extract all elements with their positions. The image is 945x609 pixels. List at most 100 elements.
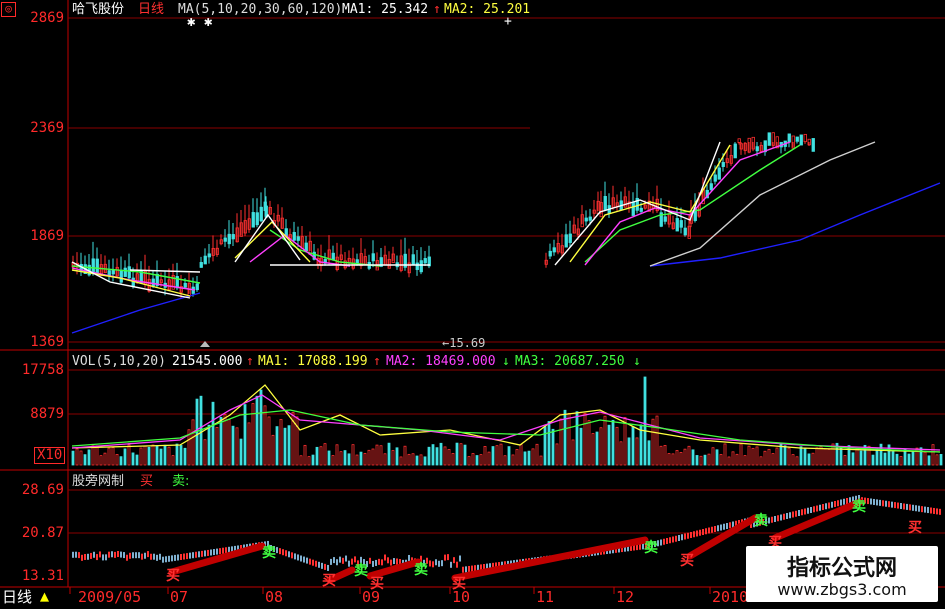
signal-bar <box>393 558 395 565</box>
price-tick-2369: 2369 <box>30 120 64 136</box>
chart-window[interactable]: ✱ ✱ ◎ 哈飞股份 日线 MA(5,10,20,30,60,120) MA1:… <box>0 0 945 609</box>
signal-bar <box>915 505 917 512</box>
signal-bar <box>318 561 320 568</box>
price-candle-body <box>223 237 227 242</box>
signal-bar <box>816 505 818 512</box>
price-candle-body <box>255 212 259 226</box>
volume-title[interactable]: VOL(5,10,20) <box>72 354 166 369</box>
volume-bar <box>511 454 515 466</box>
signal-tick-top: 28.69 <box>21 482 64 498</box>
volume-bar <box>131 452 135 466</box>
signal-bar <box>126 554 128 561</box>
signal-bar <box>396 558 398 565</box>
signal-bar <box>666 538 668 544</box>
volume-bar <box>739 443 743 466</box>
volume-bar <box>251 403 255 466</box>
volume-bar <box>751 447 755 466</box>
volume-bar <box>935 454 939 466</box>
volume-bar <box>487 451 491 466</box>
period-tab[interactable]: 日线 <box>2 590 32 605</box>
volume-bar <box>283 427 287 466</box>
volume-bar <box>103 452 107 466</box>
volume-bar <box>155 445 159 466</box>
signal-bar <box>474 565 476 572</box>
volume-bar <box>435 447 439 466</box>
volume-bar <box>507 446 511 466</box>
ma-parameters[interactable]: MA(5,10,20,30,60,120) <box>178 2 342 17</box>
signal-bar <box>174 554 176 561</box>
signal-bar <box>354 556 356 563</box>
price-candle-body <box>127 266 131 279</box>
signal-bar <box>324 563 326 570</box>
volume-bar <box>331 455 335 466</box>
price-candle-body <box>717 167 721 180</box>
signal-bar <box>876 499 878 506</box>
volume-bar <box>723 443 727 466</box>
volume-bar <box>343 450 347 466</box>
volume-bar <box>339 451 343 466</box>
volume-bar <box>191 419 195 466</box>
volume-bar <box>359 451 363 466</box>
signal-bar <box>675 535 677 542</box>
price-candle-body <box>568 233 572 243</box>
buy-signal: 买 <box>166 568 180 584</box>
signal-bar <box>696 530 698 537</box>
sell-signal: 卖 <box>262 545 276 561</box>
signal-bar <box>276 547 278 554</box>
price-candle-body <box>603 196 607 211</box>
signal-bar <box>444 554 446 561</box>
signal-bar <box>186 553 188 560</box>
x-label-2009-05: 2009/05 <box>78 588 142 606</box>
signal-bar <box>132 552 134 559</box>
x-label-08: 08 <box>265 588 284 606</box>
signal-bar <box>456 561 458 568</box>
volume-bar <box>619 441 623 466</box>
signal-title[interactable]: 股旁网制 <box>72 474 124 489</box>
price-candle-body <box>631 202 635 216</box>
signal-bar <box>663 538 665 545</box>
signal-bar <box>303 556 305 563</box>
signal-bar <box>693 531 695 538</box>
signal-bar <box>372 560 374 567</box>
signal-bar <box>720 524 722 531</box>
ma1-arrow-up-icon: ↑ <box>433 2 441 17</box>
price-candle-body <box>639 207 643 212</box>
signal-bar <box>888 501 890 508</box>
volume-bar <box>399 456 403 466</box>
signal-bar <box>768 517 770 524</box>
signal-bar <box>792 511 794 518</box>
signal-bar <box>336 559 338 566</box>
signal-bar <box>909 504 911 511</box>
signal-bar <box>717 525 719 532</box>
signal-bar <box>147 551 149 558</box>
signal-bar <box>678 535 680 541</box>
signal-bar <box>921 506 923 513</box>
volume-ma1: MA1: 17088.199 <box>258 354 368 369</box>
signal-bar <box>105 554 107 561</box>
stock-chart-canvas[interactable]: ✱ ✱ <box>0 0 945 609</box>
volume-bar <box>139 447 143 466</box>
signal-bar <box>180 554 182 560</box>
price-candles <box>71 132 815 299</box>
volume-bar <box>303 444 307 466</box>
signal-bar <box>339 556 341 563</box>
volume-bar <box>627 437 631 466</box>
signal-bar <box>882 500 884 507</box>
signal-bar <box>927 507 929 514</box>
signal-bar <box>195 551 197 558</box>
sell-signal: 卖 <box>414 562 428 578</box>
volume-bar <box>215 427 219 466</box>
volume-bar <box>255 395 259 466</box>
signal-bar <box>714 526 716 532</box>
volume-bar <box>591 433 595 466</box>
volume-bar <box>183 447 187 466</box>
price-tick-1369: 1369 <box>30 334 64 350</box>
signal-bar <box>879 499 881 506</box>
signal-bar <box>75 551 77 558</box>
volume-bar <box>791 454 795 466</box>
volume-bar <box>595 431 599 466</box>
triangle-up-icon[interactable]: ▲ <box>40 589 49 604</box>
signal-bar <box>120 551 122 558</box>
signal-bar <box>225 547 227 554</box>
vol-ma3-arrow-down-icon: ↓ <box>633 354 641 369</box>
